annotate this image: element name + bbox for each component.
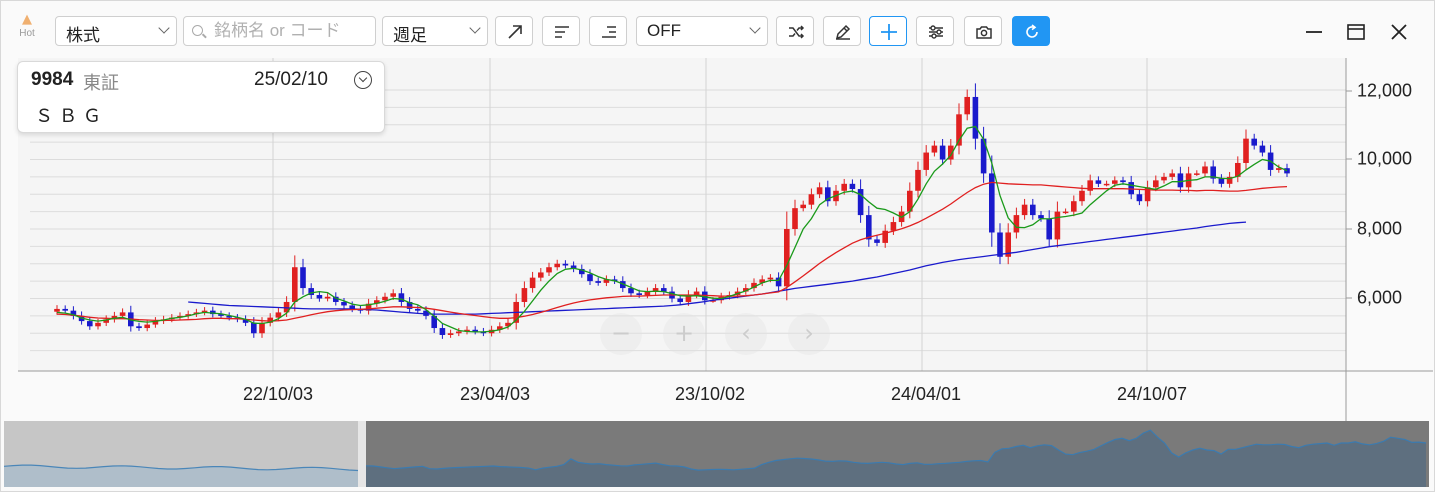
plus-icon: + bbox=[673, 319, 695, 347]
scroll-left-button[interactable]: ‹ bbox=[725, 313, 767, 355]
chevron-left-icon: ‹ bbox=[741, 319, 751, 347]
y-tick-label: 6,000 bbox=[1357, 287, 1403, 308]
navigator-handle bbox=[358, 421, 366, 487]
chevron-down-circle-icon[interactable] bbox=[354, 71, 372, 89]
zoom-in-button[interactable]: + bbox=[663, 313, 705, 355]
zoom-out-button[interactable]: − bbox=[600, 313, 642, 355]
x-tick-label: 22/10/03 bbox=[242, 384, 314, 404]
exchange-label: 東証 bbox=[83, 73, 119, 93]
scroll-right-button[interactable]: › bbox=[788, 313, 830, 355]
x-tick-label: 23/04/03 bbox=[459, 384, 531, 404]
symbol-code: 9984 bbox=[31, 69, 74, 90]
y-tick-label: 12,000 bbox=[1357, 80, 1413, 101]
chevron-right-icon: › bbox=[804, 319, 814, 347]
x-tick-label: 24/04/01 bbox=[890, 384, 962, 404]
x-tick-label: 24/10/07 bbox=[1116, 384, 1188, 404]
popup-date: 25/02/10 bbox=[254, 69, 328, 90]
symbol-name: ＳＢＧ bbox=[35, 106, 107, 126]
minus-icon: − bbox=[610, 319, 632, 347]
range-navigator[interactable] bbox=[4, 421, 1429, 487]
x-tick-label: 23/10/02 bbox=[674, 384, 746, 404]
y-tick-label: 10,000 bbox=[1357, 148, 1413, 169]
symbol-info-popup: 9984 東証 25/02/10 ＳＢＧ bbox=[17, 61, 385, 133]
y-tick-label: 8,000 bbox=[1357, 218, 1403, 239]
